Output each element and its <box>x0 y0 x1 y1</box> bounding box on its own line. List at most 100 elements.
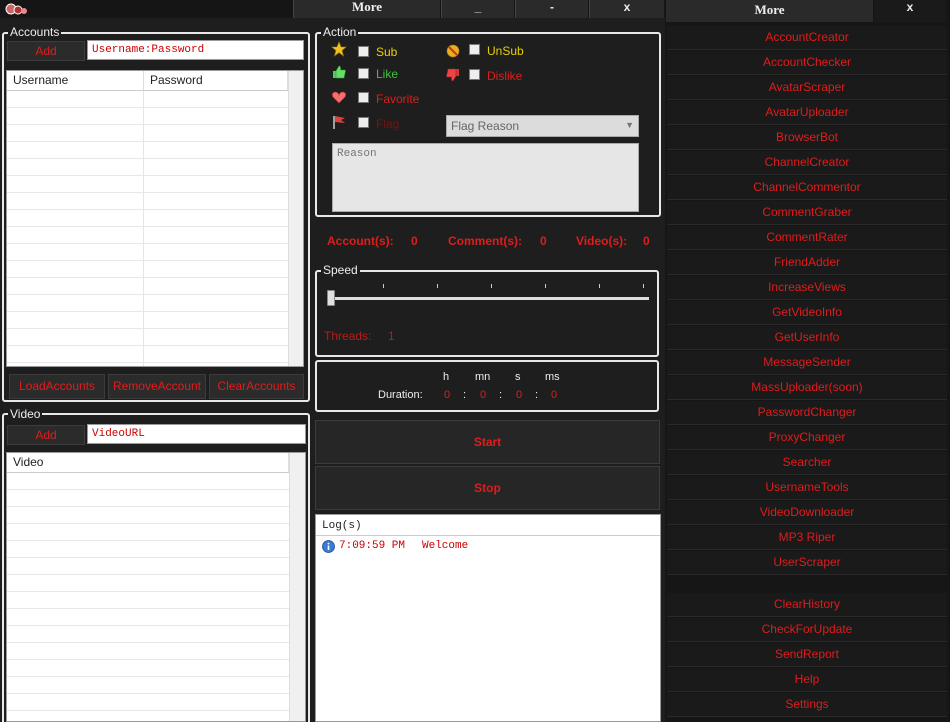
flag-checkbox[interactable] <box>358 117 369 128</box>
duration-unit-mn: mn <box>475 371 491 383</box>
unsub-checkbox[interactable] <box>469 44 480 55</box>
video-url-input[interactable]: VideoURL <box>87 424 306 444</box>
sub-label: Sub <box>376 45 398 59</box>
video-grid[interactable]: Video <box>6 452 306 722</box>
sub-checkbox[interactable] <box>358 46 369 57</box>
minimize-button[interactable]: _ <box>441 0 514 18</box>
flag-icon <box>331 114 347 133</box>
accounts-legend: Accounts <box>8 25 62 39</box>
sidebar-more-tab[interactable]: More <box>666 0 873 22</box>
flag-reason-select[interactable]: Flag Reason ▼ <box>446 115 639 137</box>
like-label: Like <box>376 67 399 81</box>
more-button[interactable]: More <box>293 0 440 18</box>
sidebar-item[interactable]: VideoDownloader <box>667 501 947 525</box>
add-account-button[interactable]: Add <box>7 41 85 61</box>
sidebar-item[interactable]: Help <box>667 668 947 692</box>
sidebar-item[interactable]: MP3 Riper <box>667 526 947 550</box>
info-icon <box>322 540 335 556</box>
speed-slider[interactable] <box>327 284 651 308</box>
sidebar-item[interactable]: MassUploader(soon) <box>667 376 947 400</box>
load-accounts-button[interactable]: LoadAccounts <box>9 374 105 399</box>
accounts-grid-header: Username Password <box>7 71 303 91</box>
account-input[interactable]: Username:Password <box>87 40 304 60</box>
sidebar-item[interactable]: ProxyChanger <box>667 426 947 450</box>
sidebar-item[interactable]: SendReport <box>667 643 947 667</box>
like-checkbox[interactable] <box>358 68 369 79</box>
sidebar-item[interactable]: GetVideoInfo <box>667 301 947 325</box>
video-scrollbar[interactable] <box>289 453 305 721</box>
unsubscribe-icon <box>445 43 461 62</box>
duration-sep-3: : <box>535 389 539 401</box>
log-time: 7:09:59 PM <box>339 540 406 552</box>
videos-count-value: 0 <box>643 234 650 248</box>
video-grid-rows <box>7 453 305 721</box>
column-username[interactable]: Username <box>7 71 144 90</box>
accounts-count-label: Account(s): <box>327 234 394 248</box>
thumbs-up-icon <box>331 64 347 83</box>
sidebar-item[interactable]: CheckForUpdate <box>667 618 947 642</box>
sidebar-item[interactable]: ChannelCommentor <box>667 176 947 200</box>
favorite-checkbox[interactable] <box>358 92 369 103</box>
duration-minutes: 0 <box>480 389 487 401</box>
sidebar-item[interactable]: AvatarScraper <box>667 76 947 100</box>
app-logo-icon <box>2 0 30 18</box>
sidebar-item[interactable]: MessageSender <box>667 351 947 375</box>
sidebar-item[interactable]: CommentRater <box>667 226 947 250</box>
duration-label: Duration: <box>378 389 423 401</box>
sidebar-item[interactable]: UsernameTools <box>667 476 947 500</box>
accounts-grid[interactable]: Username Password <box>6 70 304 367</box>
favorite-label: Favorite <box>376 92 420 106</box>
clear-accounts-button[interactable]: ClearAccounts <box>209 374 304 399</box>
sidebar-item[interactable]: BrowserBot <box>667 126 947 150</box>
duration-unit-h: h <box>443 371 450 383</box>
restore-button[interactable]: - <box>515 0 588 18</box>
accounts-scrollbar[interactable] <box>288 71 303 366</box>
start-button[interactable]: Start <box>315 420 660 464</box>
sidebar-item[interactable]: UserScraper <box>667 551 947 575</box>
sidebar-item[interactable]: PasswordChanger <box>667 401 947 425</box>
sidebar-item[interactable]: CommentGraber <box>667 201 947 225</box>
stop-button[interactable]: Stop <box>315 466 660 510</box>
sidebar-item[interactable]: AccountCreator <box>667 26 947 50</box>
duration-milliseconds: 0 <box>551 389 558 401</box>
sidebar-item[interactable]: AccountChecker <box>667 51 947 75</box>
sidebar-item[interactable]: Settings <box>667 693 947 717</box>
log-header: Log(s) <box>316 515 660 536</box>
comments-count-label: Comment(s): <box>448 234 522 248</box>
sidebar-close-button[interactable]: x <box>874 0 946 22</box>
unsub-label: UnSub <box>487 44 524 58</box>
reason-textarea[interactable]: Reason <box>332 143 639 212</box>
close-button[interactable]: x <box>589 0 664 18</box>
duration-sep-2: : <box>499 389 503 401</box>
sidebar-item[interactable]: IncreaseViews <box>667 276 947 300</box>
duration-group <box>315 360 659 412</box>
log-entry[interactable]: 7:09:59 PM Welcome <box>316 536 660 556</box>
column-password[interactable]: Password <box>144 71 288 90</box>
sidebar-item[interactable]: ClearHistory <box>667 593 947 617</box>
comments-count-value: 0 <box>540 234 547 248</box>
sidebar-item[interactable]: Searcher <box>667 451 947 475</box>
remove-account-button[interactable]: RemoveAccount <box>108 374 206 399</box>
dislike-label: Dislike <box>487 69 523 83</box>
log-message: Welcome <box>422 540 469 552</box>
column-video[interactable]: Video <box>7 453 289 472</box>
flag-label: Flag <box>376 117 400 131</box>
log-panel[interactable]: Log(s) 7:09:59 PM Welcome <box>315 514 661 722</box>
speed-slider-thumb[interactable] <box>327 290 335 306</box>
duration-seconds: 0 <box>516 389 523 401</box>
sidebar-item[interactable]: GetUserInfo <box>667 326 947 350</box>
sidebar-item[interactable]: AvatarUploader <box>667 101 947 125</box>
accounts-count-value: 0 <box>411 234 418 248</box>
accounts-grid-rows <box>7 71 303 366</box>
threads-value: 1 <box>388 329 395 343</box>
action-legend: Action <box>321 25 359 39</box>
add-video-button[interactable]: Add <box>7 425 85 445</box>
flag-reason-value: Flag Reason <box>451 119 520 133</box>
sidebar-item[interactable]: FriendAdder <box>667 251 947 275</box>
threads-label: Threads: <box>324 329 372 343</box>
sidebar-item[interactable]: ChannelCreator <box>667 151 947 175</box>
dislike-checkbox[interactable] <box>469 69 480 80</box>
heart-icon <box>331 89 347 108</box>
videos-count-label: Video(s): <box>576 234 628 248</box>
video-grid-header: Video <box>7 453 305 473</box>
